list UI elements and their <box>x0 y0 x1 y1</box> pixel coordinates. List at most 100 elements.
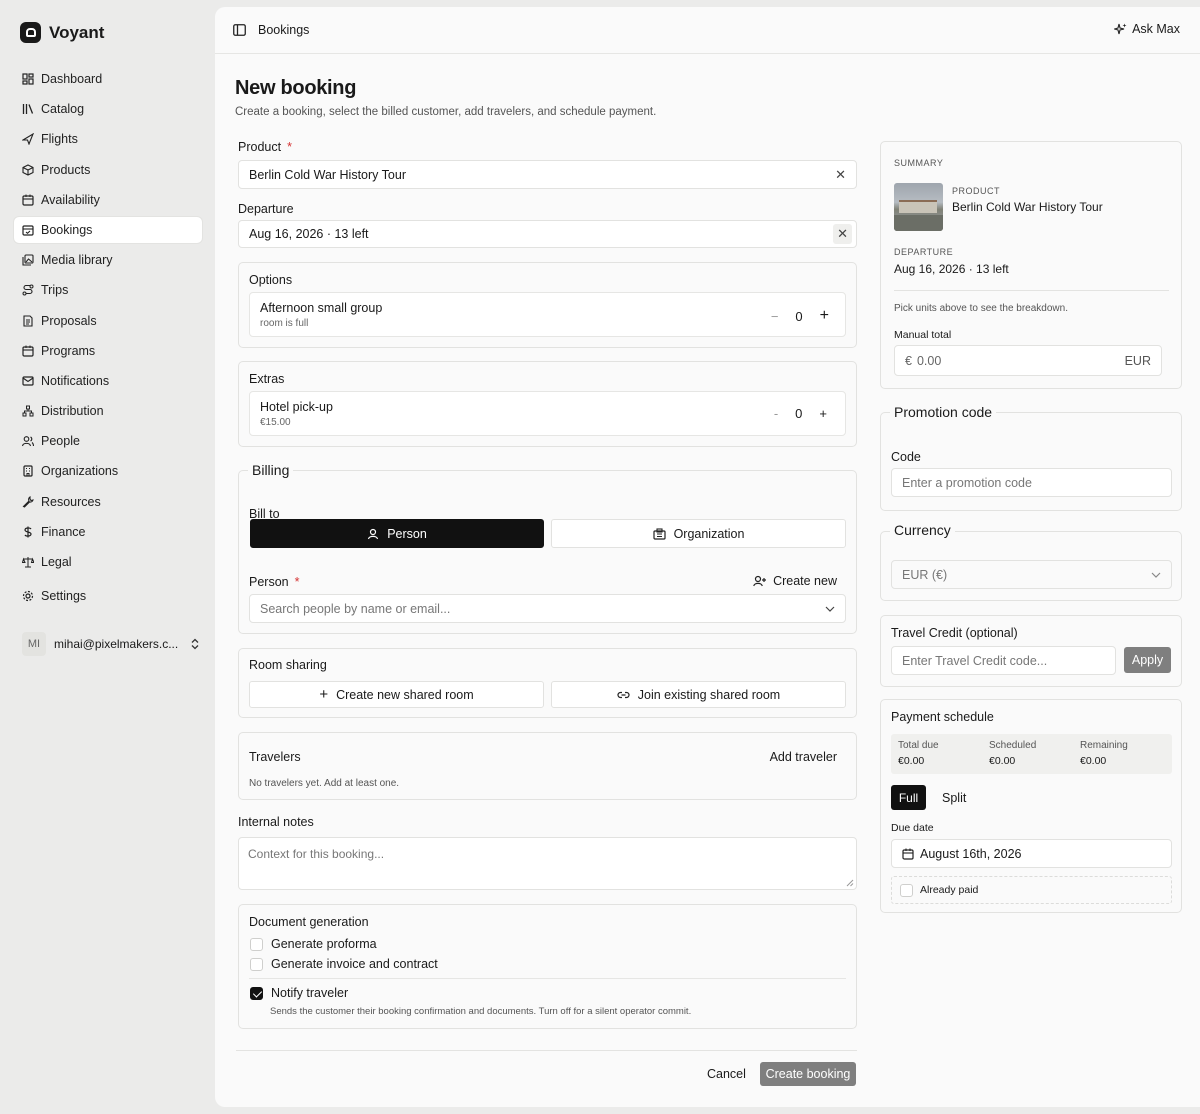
sidebar-item-legal[interactable]: Legal <box>14 549 202 575</box>
sidebar-item-bookings[interactable]: Bookings <box>14 216 202 243</box>
notify-traveler-checkbox[interactable]: Notify traveler <box>250 986 348 1000</box>
bill-to-organization-tab[interactable]: Organization <box>551 519 846 548</box>
currency-value: EUR (€) <box>902 567 948 582</box>
user-email: mihai@pixelmakers.c... <box>54 637 179 651</box>
options-card: Options Afternoon small group room is fu… <box>238 262 857 348</box>
sidebar-item-catalog[interactable]: Catalog <box>14 96 202 122</box>
sidebar-item-flights[interactable]: Flights <box>14 126 202 152</box>
internal-notes-textarea[interactable]: Context for this booking... <box>238 837 857 890</box>
create-shared-room-button[interactable]: + Create new shared room <box>249 681 544 708</box>
dollar-icon <box>21 525 34 538</box>
plus-icon: + <box>319 686 329 703</box>
sidebar-item-settings[interactable]: Settings <box>14 583 202 609</box>
manual-total-input[interactable]: € 0.00 EUR <box>894 345 1162 376</box>
travel-credit-input[interactable]: Enter Travel Credit code... <box>891 646 1116 675</box>
extra-price: €15.00 <box>260 417 291 428</box>
sidebar-item-notifications[interactable]: Notifications <box>14 368 202 394</box>
option-quantity: 0 <box>795 308 803 324</box>
join-shared-room-button[interactable]: Join existing shared room <box>551 681 846 708</box>
sidebar-item-programs[interactable]: Programs <box>14 338 202 364</box>
calendar-icon <box>902 848 914 860</box>
generate-invoice-checkbox[interactable]: Generate invoice and contract <box>250 957 438 971</box>
bill-to-person-tab[interactable]: Person <box>250 519 544 548</box>
travelers-card: Travelers Add traveler No travelers yet.… <box>238 732 857 800</box>
currency-select[interactable]: EUR (€) <box>891 560 1172 589</box>
sidebar-item-products[interactable]: Products <box>14 157 202 183</box>
sidebar-item-label: Legal <box>41 555 72 569</box>
extra-quantity-stepper[interactable]: - 0 + <box>774 406 827 421</box>
sidebar-toggle-icon[interactable] <box>233 24 246 36</box>
apply-credit-button[interactable]: Apply <box>1124 647 1171 673</box>
create-booking-button[interactable]: Create booking <box>760 1062 856 1086</box>
product-select[interactable]: Berlin Cold War History Tour ✕ <box>238 160 857 189</box>
already-paid-checkbox[interactable]: Already paid <box>891 876 1172 904</box>
topbar: Bookings Ask Max <box>215 7 1200 54</box>
user-menu[interactable]: MI mihai@pixelmakers.c... <box>22 632 200 656</box>
promotion-code-placeholder: Enter a promotion code <box>902 475 1032 490</box>
sidebar-item-organizations[interactable]: Organizations <box>14 458 202 484</box>
sidebar-item-media-library[interactable]: Media library <box>14 247 202 273</box>
remaining-label: Remaining <box>1080 740 1128 751</box>
divider <box>894 290 1169 291</box>
checkbox-icon[interactable] <box>900 883 913 897</box>
sidebar-item-finance[interactable]: Finance <box>14 519 202 545</box>
full-payment-tab[interactable]: Full <box>891 785 926 810</box>
clear-departure-icon[interactable]: ✕ <box>833 224 852 244</box>
increment-icon[interactable]: + <box>820 307 829 325</box>
promotion-code-input[interactable]: Enter a promotion code <box>891 468 1172 497</box>
increment-icon[interactable]: + <box>819 406 827 421</box>
checkbox-icon[interactable] <box>250 957 263 971</box>
summary-product-label: PRODUCT <box>952 186 1000 196</box>
extras-title: Extras <box>249 372 285 386</box>
manual-total-label: Manual total <box>894 329 952 341</box>
brand[interactable]: Voyant <box>20 22 104 43</box>
extras-card: Extras Hotel pick-up €15.00 - 0 + <box>238 361 857 447</box>
sidebar-item-distribution[interactable]: Distribution <box>14 398 202 424</box>
sidebar: Voyant Dashboard Catalog Flights Products Av… <box>0 0 215 1114</box>
person-search-placeholder: Search people by name or email... <box>260 601 451 616</box>
sidebar-item-availability[interactable]: Availability <box>14 187 202 213</box>
summary-product-value: Berlin Cold War History Tour <box>952 200 1103 214</box>
decrement-icon[interactable]: - <box>774 406 778 421</box>
already-paid-label: Already paid <box>920 884 979 896</box>
option-quantity-stepper[interactable]: − 0 + <box>771 307 829 325</box>
summary-departure-label: DEPARTURE <box>894 247 954 257</box>
sidebar-item-dashboard[interactable]: Dashboard <box>14 66 202 92</box>
checkbox-icon[interactable] <box>250 937 263 951</box>
scheduled-label: Scheduled <box>989 740 1037 751</box>
notify-traveler-note: Sends the customer their booking confirm… <box>270 1006 692 1017</box>
split-payment-tab[interactable]: Split <box>942 791 966 805</box>
add-traveler-button[interactable]: Add traveler <box>770 750 837 764</box>
sidebar-item-label: Catalog <box>41 102 85 117</box>
decrement-icon[interactable]: − <box>771 309 779 324</box>
sidebar-item-trips[interactable]: Trips <box>14 277 202 303</box>
summary-departure-value: Aug 16, 2026 · 13 left <box>894 262 1009 276</box>
clear-product-icon[interactable]: ✕ <box>835 167 846 183</box>
required-marker: * <box>287 140 292 154</box>
departure-select[interactable]: Aug 16, 2026 · 13 left ✕ <box>238 220 857 248</box>
chevron-down-icon <box>1151 572 1161 578</box>
person-search-input[interactable]: Search people by name or email... <box>249 594 846 623</box>
payment-totals: Total due €0.00 Scheduled €0.00 Remainin… <box>891 734 1172 774</box>
sidebar-item-resources[interactable]: Resources <box>14 489 202 515</box>
sidebar-item-label: Trips <box>41 283 69 298</box>
create-shared-room-label: Create new shared room <box>336 687 474 702</box>
room-sharing-title: Room sharing <box>249 658 327 672</box>
manual-total-symbol: € <box>905 353 912 368</box>
sidebar-item-label: Dashboard <box>41 72 103 86</box>
sidebar-item-people[interactable]: People <box>14 428 202 454</box>
user-icon <box>368 528 379 539</box>
cancel-button[interactable]: Cancel <box>707 1067 746 1081</box>
page-subtitle: Create a booking, select the billed cust… <box>235 106 657 118</box>
create-person-button[interactable]: Create new <box>753 574 837 588</box>
resize-handle-icon[interactable] <box>846 879 854 887</box>
sidebar-item-label: Availability <box>41 192 100 207</box>
ask-max-button[interactable]: Ask Max <box>1114 22 1180 36</box>
sidebar-item-proposals[interactable]: Proposals <box>14 308 202 334</box>
breadcrumb[interactable]: Bookings <box>258 23 309 37</box>
notify-traveler-label: Notify traveler <box>271 986 349 1000</box>
option-name: Afternoon small group <box>260 301 383 315</box>
due-date-picker[interactable]: August 16th, 2026 <box>891 839 1172 868</box>
generate-proforma-checkbox[interactable]: Generate proforma <box>250 937 377 951</box>
checkbox-checked-icon[interactable] <box>250 986 263 1000</box>
